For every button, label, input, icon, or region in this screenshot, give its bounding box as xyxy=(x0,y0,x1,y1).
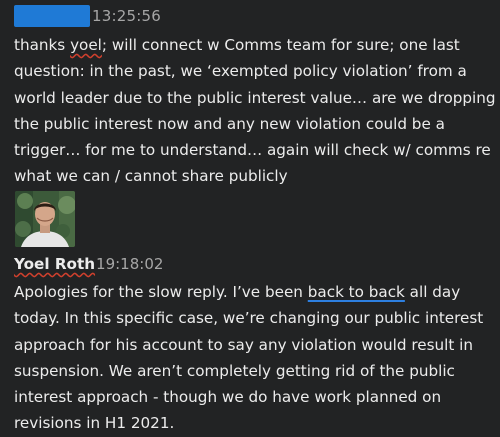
message-text: ; will connect w Comms team for sure; on… xyxy=(14,36,496,186)
highlighted-phrase: back to back xyxy=(307,283,405,301)
avatar[interactable] xyxy=(15,191,75,247)
message-header: 13:25:56 xyxy=(14,5,161,27)
message-text: Apologies for the slow reply. I’ve been xyxy=(14,283,308,301)
message-timestamp: 19:18:02 xyxy=(96,255,164,273)
avatar-photo xyxy=(15,191,75,247)
sender-name[interactable]: Yoel Roth xyxy=(14,255,95,273)
redacted-sender-name xyxy=(14,5,90,27)
message-text: all day today. In this specific case, we… xyxy=(14,283,484,433)
chat-transcript: 13:25:56 thanks yoel; will connect w Com… xyxy=(0,0,500,437)
spellcheck-flagged-word: yoel xyxy=(70,36,102,54)
message-timestamp: 13:25:56 xyxy=(92,7,161,25)
message-header: Yoel Roth 19:18:02 xyxy=(14,255,163,275)
message-body: thanks yoel; will connect w Comms team f… xyxy=(14,32,498,190)
message-text: thanks xyxy=(14,36,71,54)
message-body: Apologies for the slow reply. I’ve been … xyxy=(14,279,498,437)
